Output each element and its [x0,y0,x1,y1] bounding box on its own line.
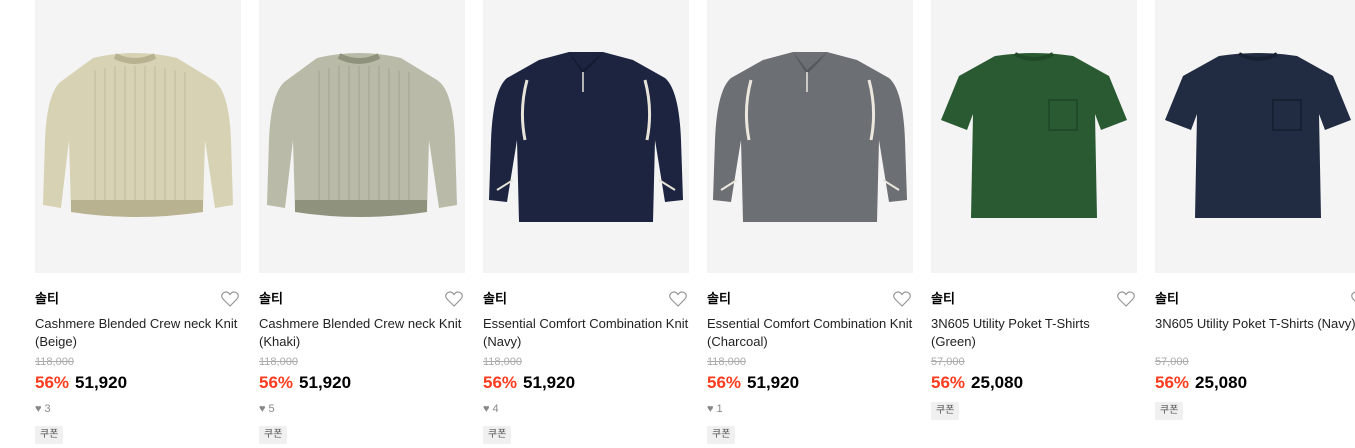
heart-outline-icon[interactable] [445,291,463,307]
product-image[interactable] [931,0,1137,273]
product-card[interactable]: 솔티 Essential Comfort Combination Knit (N… [483,0,689,444]
like-count: ♥ 3 [35,403,51,415]
original-price: 57,000 [931,356,965,368]
discount-rate: 56% [35,373,70,392]
product-card[interactable]: 솔티 Essential Comfort Combination Knit (C… [707,0,913,444]
brand-name[interactable]: 솔티 [931,289,1137,309]
original-price: 118,000 [35,356,74,368]
product-image[interactable] [259,0,465,273]
original-price: 118,000 [259,356,298,368]
product-name[interactable]: Cashmere Blended Crew neck Knit (Beige) [35,315,241,351]
product-grid: 솔티 Cashmere Blended Crew neck Knit (Beig… [0,0,1355,448]
sale-price: 51,920 [299,373,352,392]
heart-outline-icon[interactable] [1351,291,1355,307]
sale-price: 51,920 [523,373,576,392]
product-name[interactable]: Essential Comfort Combination Knit (Navy… [483,315,689,351]
navy-collar-knit-image [489,52,683,222]
sale-price: 25,080 [1195,373,1248,392]
brand-name[interactable]: 솔티 [483,289,689,309]
sale-price: 51,920 [75,373,128,392]
brand-name[interactable]: 솔티 [35,289,241,309]
product-name[interactable]: 3N605 Utility Poket T-Shirts (Navy) [1155,315,1355,351]
discount-rate: 56% [1155,373,1190,392]
brand-name[interactable]: 솔티 [259,289,465,309]
discount-rate: 56% [931,373,966,392]
like-count: ♥ 4 [483,403,499,415]
discount-rate: 56% [259,373,294,392]
coupon-badge: 쿠폰 [1155,402,1184,420]
beige-crewneck-knit-image [43,53,233,217]
like-count: ♥ 1 [707,403,723,415]
coupon-badge: 쿠폰 [931,402,960,420]
product-card[interactable]: 솔티 Cashmere Blended Crew neck Knit (Khak… [259,0,465,444]
product-name[interactable]: Cashmere Blended Crew neck Knit (Khaki) [259,315,465,351]
original-price: 118,000 [483,356,522,368]
product-card[interactable]: 솔티 3N605 Utility Poket T-Shirts (Navy) 5… [1155,0,1355,420]
coupon-badge: 쿠폰 [483,426,512,444]
heart-filled-icon: ♥ [35,403,42,415]
discount-rate: 56% [707,373,742,392]
navy-pocket-tshirt-image [1165,52,1351,218]
coupon-badge: 쿠폰 [35,426,64,444]
khaki-crewneck-knit-image [267,53,457,217]
product-card[interactable]: 솔티 Cashmere Blended Crew neck Knit (Beig… [35,0,241,444]
discount-rate: 56% [483,373,518,392]
product-name[interactable]: 3N605 Utility Poket T-Shirts (Green) [931,315,1137,351]
sale-price: 25,080 [971,373,1024,392]
brand-name[interactable]: 솔티 [1155,289,1355,309]
coupon-badge: 쿠폰 [707,426,736,444]
sale-price: 51,920 [747,373,800,392]
coupon-badge: 쿠폰 [259,426,288,444]
heart-filled-icon: ♥ [483,403,490,415]
heart-filled-icon: ♥ [707,403,714,415]
heart-outline-icon[interactable] [669,291,687,307]
heart-outline-icon[interactable] [893,291,911,307]
product-image[interactable] [483,0,689,273]
product-image[interactable] [1155,0,1355,273]
product-image[interactable] [707,0,913,273]
product-image[interactable] [35,0,241,273]
heart-outline-icon[interactable] [1117,291,1135,307]
original-price: 118,000 [707,356,746,368]
heart-outline-icon[interactable] [221,291,239,307]
product-name[interactable]: Essential Comfort Combination Knit (Char… [707,315,913,351]
charcoal-collar-knit-image [713,52,907,222]
heart-filled-icon: ♥ [259,403,266,415]
product-card[interactable]: 솔티 3N605 Utility Poket T-Shirts (Green) … [931,0,1137,420]
original-price: 57,000 [1155,356,1189,368]
brand-name[interactable]: 솔티 [707,289,913,309]
like-count: ♥ 5 [259,403,275,415]
green-pocket-tshirt-image [941,52,1127,218]
